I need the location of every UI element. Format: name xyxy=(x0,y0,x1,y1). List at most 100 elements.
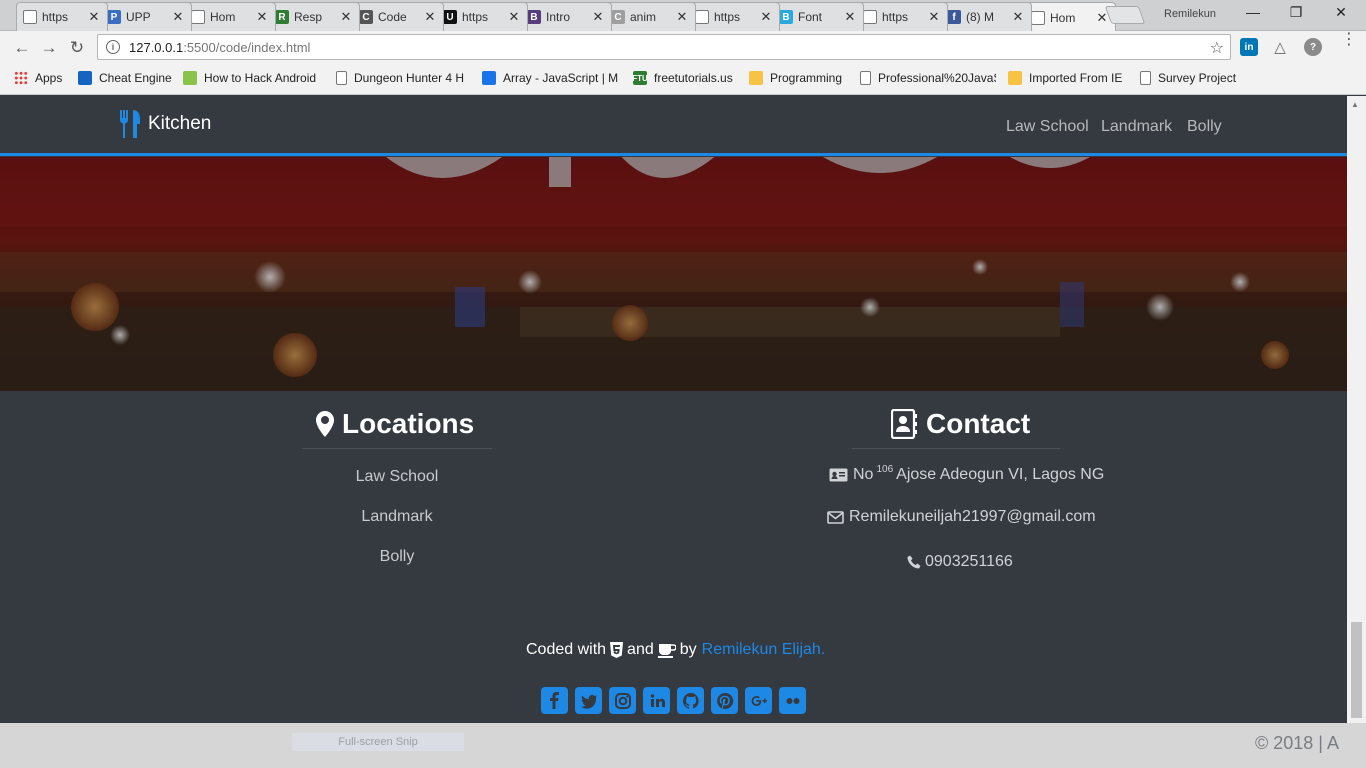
reload-icon[interactable]: ↻ xyxy=(67,38,87,58)
bookmark-item[interactable]: Cheat Engine xyxy=(78,71,172,85)
browser-tab[interactable]: https ✕ xyxy=(856,2,948,31)
scroll-up-icon[interactable]: ▲ xyxy=(1351,100,1359,109)
divider xyxy=(852,448,1060,449)
browser-tab[interactable]: Uhttps ✕ xyxy=(436,2,528,31)
twitter-icon[interactable] xyxy=(575,687,602,714)
folder-icon xyxy=(1008,71,1022,85)
bookmark-label: Survey Project xyxy=(1158,71,1237,85)
flickr-icon[interactable] xyxy=(779,687,806,714)
close-tab-icon[interactable]: ✕ xyxy=(255,9,269,25)
bookmark-item[interactable]: Apps xyxy=(14,71,62,85)
page-scrollbar[interactable]: ▲ xyxy=(1347,96,1366,723)
browser-tab[interactable]: https ✕ xyxy=(688,2,780,31)
browser-tab[interactable]: Hom ✕ xyxy=(1024,2,1116,32)
minimize-icon[interactable]: — xyxy=(1238,4,1268,20)
locations-heading: Locations xyxy=(316,408,474,440)
tab-title: UPP xyxy=(126,10,151,24)
nav-link-law-school[interactable]: Law School xyxy=(1006,118,1089,136)
contact-heading: Contact xyxy=(891,408,1030,440)
close-tab-icon[interactable]: ✕ xyxy=(87,9,101,25)
browser-tab[interactable]: Hom ✕ xyxy=(184,2,276,31)
back-icon[interactable]: ← xyxy=(12,38,32,58)
browser-tab[interactable]: R Resp ✕ xyxy=(268,2,360,31)
bookmark-label: freetutorials.us xyxy=(654,71,733,85)
location-item[interactable]: Bolly xyxy=(297,548,497,566)
info-icon[interactable]: i xyxy=(106,40,120,54)
close-tab-icon[interactable]: ✕ xyxy=(339,9,353,25)
html5-icon xyxy=(610,642,624,658)
bookmark-item[interactable]: Professional%20JavaS xyxy=(860,71,996,85)
coded-with-text: Coded with xyxy=(526,641,607,658)
browser-tab[interactable]: B Intro ✕ xyxy=(520,2,612,31)
tab-title: https xyxy=(462,10,489,24)
hangouts-extension-icon[interactable]: ? xyxy=(1304,38,1322,56)
close-tab-icon[interactable]: ✕ xyxy=(675,9,689,25)
browser-tab[interactable]: P UPP ✕ xyxy=(100,2,192,31)
copyright-text: © 2018 | A xyxy=(1255,733,1339,753)
address-bar[interactable]: i 127.0.0.1:5500/code/index.html ☆ xyxy=(97,34,1231,60)
tab-title: Intro xyxy=(546,10,571,24)
close-tab-icon[interactable]: ✕ xyxy=(591,9,605,25)
tab-title: https xyxy=(42,10,69,24)
close-tab-icon[interactable]: ✕ xyxy=(843,9,857,25)
page-icon xyxy=(863,10,877,24)
and-text: and xyxy=(627,641,654,658)
browser-menu-icon[interactable]: ⋮ xyxy=(1341,32,1357,48)
contact-phone[interactable]: 0903251166 xyxy=(907,553,1013,571)
location-item[interactable]: Landmark xyxy=(297,508,497,526)
close-tab-icon[interactable]: ✕ xyxy=(423,9,437,25)
browser-tab[interactable]: https ✕ xyxy=(16,2,108,31)
browser-tab[interactable]: f (8) M ✕ xyxy=(940,2,1032,31)
contact-email[interactable]: Remilekuneiljah21997@gmail.com xyxy=(827,508,1096,526)
brand-link[interactable]: Kitchen xyxy=(118,110,211,138)
page-viewport: Kitchen Law School Landmark Bolly Locati… xyxy=(0,96,1347,723)
instagram-icon[interactable] xyxy=(609,687,636,714)
tab-title: https xyxy=(882,10,909,24)
maximize-icon[interactable]: ❐ xyxy=(1281,4,1311,21)
close-tab-icon[interactable]: ✕ xyxy=(507,9,521,25)
hero-image xyxy=(0,157,1347,391)
nav-link-bolly[interactable]: Bolly xyxy=(1187,118,1222,136)
linkedin-extension-icon[interactable]: in xyxy=(1240,38,1258,56)
scrollbar-thumb[interactable] xyxy=(1351,622,1362,718)
map-marker-icon xyxy=(316,411,334,437)
close-tab-icon[interactable]: ✕ xyxy=(759,9,773,25)
bookmark-item[interactable]: FTU freetutorials.us xyxy=(633,71,733,85)
bookmark-label: Professional%20JavaS xyxy=(878,71,996,85)
profile-name[interactable]: Remilekun xyxy=(1164,8,1216,20)
contact-title: Contact xyxy=(926,408,1031,439)
linkedin-icon[interactable] xyxy=(643,687,670,714)
phone-text: 0903251166 xyxy=(925,553,1013,570)
close-window-icon[interactable]: ✕ xyxy=(1326,4,1356,21)
author-link[interactable]: Remilekun Elijah. xyxy=(702,641,826,659)
google-plus-icon[interactable] xyxy=(745,687,772,714)
page-icon xyxy=(860,71,871,85)
bookmark-item[interactable]: How to Hack Android xyxy=(183,71,316,85)
location-item[interactable]: Law School xyxy=(297,468,497,486)
bookmark-label: Cheat Engine xyxy=(99,71,172,85)
new-tab-button[interactable] xyxy=(1104,6,1146,24)
bookmark-item[interactable]: Dungeon Hunter 4 H xyxy=(336,71,464,85)
github-icon[interactable] xyxy=(677,687,704,714)
pinterest-icon[interactable] xyxy=(711,687,738,714)
browser-tab[interactable]: Canim ✕ xyxy=(604,2,696,31)
bookmark-item[interactable]: Survey Project xyxy=(1140,71,1236,85)
browser-tab[interactable]: C Code ✕ xyxy=(352,2,444,31)
bookmark-item[interactable]: Array - JavaScript | M xyxy=(482,71,618,85)
nav-link-landmark[interactable]: Landmark xyxy=(1101,118,1172,136)
forward-icon[interactable]: → xyxy=(39,38,59,58)
close-tab-icon[interactable]: ✕ xyxy=(171,9,185,25)
bookmark-item[interactable]: Imported From IE xyxy=(1008,71,1122,85)
bookmark-label: How to Hack Android xyxy=(204,71,317,85)
close-tab-icon[interactable]: ✕ xyxy=(927,9,941,25)
address-number: 106 xyxy=(876,463,894,475)
facebook-icon[interactable] xyxy=(541,687,568,714)
bookmark-label: Array - JavaScript | M xyxy=(503,71,619,85)
close-tab-icon[interactable]: ✕ xyxy=(1011,9,1025,25)
bookmark-label: Programming xyxy=(770,71,843,85)
drive-extension-icon[interactable]: △ xyxy=(1271,38,1289,56)
browser-tab[interactable]: B Font ✕ xyxy=(772,2,864,31)
bookmark-item[interactable]: Programming xyxy=(749,71,842,85)
by-text: by xyxy=(679,641,697,658)
bookmark-star-icon[interactable]: ☆ xyxy=(1210,38,1224,58)
